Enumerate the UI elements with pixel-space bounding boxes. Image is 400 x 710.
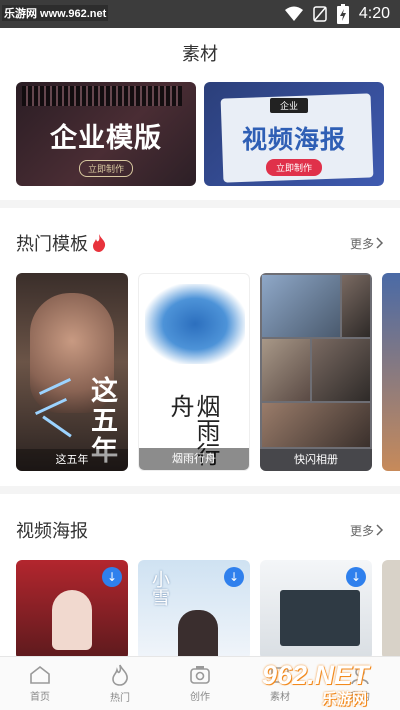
card-ink-painting	[145, 284, 245, 364]
poster-card[interactable]: ↓	[16, 560, 128, 660]
card-overlay-text: 小雪	[149, 570, 170, 606]
card-photo-cell	[262, 403, 370, 447]
section-divider	[0, 486, 400, 494]
nav-hot[interactable]: 热门	[80, 657, 160, 710]
section-divider	[0, 200, 400, 208]
template-card-kuai-shan-xiang-ce[interactable]: 快闪相册	[260, 273, 372, 471]
template-card-yan-yu-xing-zhou[interactable]: 烟雨行舟 烟雨行舟	[138, 273, 250, 471]
status-icons: 4:20	[284, 4, 390, 24]
banner-title: 企业模版	[50, 123, 162, 154]
banner-tag: 企业	[270, 98, 309, 113]
banner-title: 视频海报	[241, 125, 346, 154]
card-caption: 这五年	[16, 449, 128, 471]
card-caption: 快闪相册	[260, 449, 372, 471]
nav-label: 创作	[190, 692, 210, 703]
card-laptop-graphic	[280, 590, 360, 646]
poster-card[interactable]: ↓	[260, 560, 372, 660]
download-icon[interactable]: ↓	[224, 567, 244, 587]
template-card-partial[interactable]	[382, 273, 400, 471]
home-icon	[30, 665, 50, 684]
watermark-logo: 962.NET	[262, 660, 369, 690]
make-now-button[interactable]: 立即制作	[79, 160, 134, 177]
nav-create[interactable]: 创作	[160, 657, 240, 710]
poster-card-xiao-xue[interactable]: 小雪 ↓	[138, 560, 250, 660]
make-now-button[interactable]: 立即制作	[266, 159, 323, 176]
page-title: 素材	[182, 44, 218, 65]
watermark-sub: 乐游网	[322, 690, 368, 708]
hot-more-link[interactable]: 更多	[350, 235, 384, 252]
banner-video-poster[interactable]: 企业 视频海报 立即制作	[204, 82, 384, 186]
banner-enterprise-template[interactable]: 企业模版 立即制作	[16, 82, 196, 186]
poster-more-link[interactable]: 更多	[350, 522, 384, 539]
chevron-right-icon	[376, 237, 384, 249]
nav-label: 首页	[30, 692, 50, 703]
card-photo-cell	[312, 339, 370, 401]
card-photo-cell	[342, 275, 370, 337]
download-icon[interactable]: ↓	[102, 567, 122, 587]
card-photo-cell	[262, 339, 310, 401]
hot-templates-title: 热门模板	[16, 234, 88, 255]
card-photo	[52, 590, 92, 650]
video-poster-header: 视频海报 更多	[16, 515, 384, 545]
video-poster-title: 视频海报	[16, 521, 88, 542]
chevron-right-icon	[376, 524, 384, 536]
flame-icon	[93, 234, 106, 252]
hot-templates-header: 热门模板 更多	[16, 228, 384, 258]
wifi-icon	[284, 6, 303, 21]
nav-label: 热门	[110, 693, 130, 704]
status-bar: 乐游网 www.962.net 4:20	[0, 0, 400, 28]
section-title: 热门模板	[16, 230, 106, 256]
more-label: 更多	[349, 236, 374, 251]
more-label: 更多	[349, 523, 374, 538]
poster-card-partial[interactable]	[382, 560, 400, 660]
card-caption: 烟雨行舟	[139, 448, 249, 470]
section-title: 视频海报	[16, 517, 88, 543]
no-sim-icon	[313, 6, 327, 22]
card-photo-cell	[262, 275, 340, 337]
watermark-text: 乐游网 www.962.net	[2, 5, 109, 21]
camera-icon	[190, 666, 210, 684]
template-card-zhe-wu-nian[interactable]: 这 五 年 这五年	[16, 273, 128, 471]
nav-home[interactable]: 首页	[0, 657, 80, 710]
card-decoration	[42, 415, 72, 438]
battery-charging-icon	[336, 4, 349, 24]
brand-watermark: 962.NET 乐游网	[262, 660, 394, 708]
clock: 4:20	[358, 5, 390, 22]
banner-decoration	[22, 86, 182, 106]
flame-icon	[112, 664, 128, 686]
page-header: 素材	[0, 28, 400, 78]
download-icon[interactable]: ↓	[346, 567, 366, 587]
card-photo	[178, 610, 218, 660]
